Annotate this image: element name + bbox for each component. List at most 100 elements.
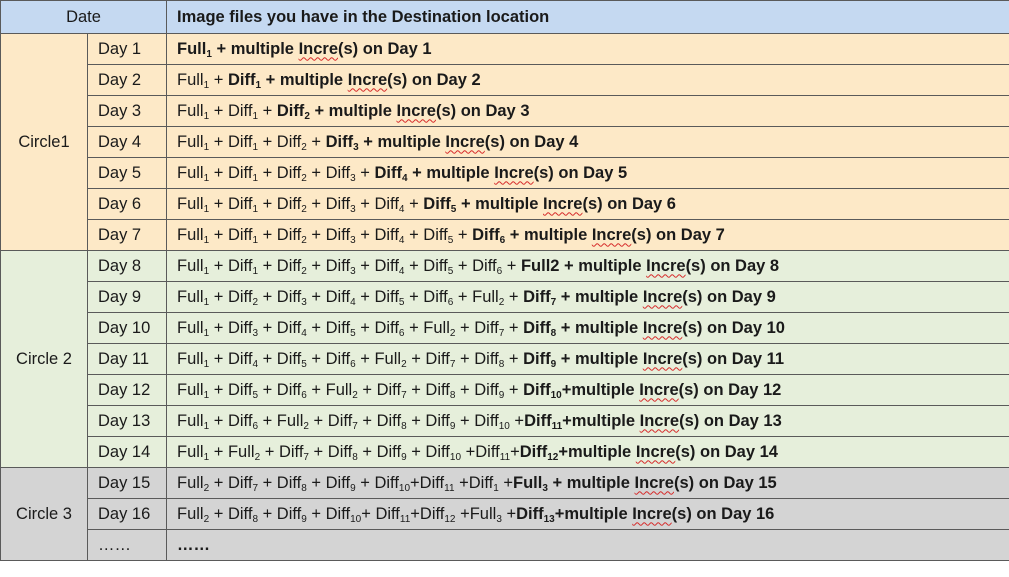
file-term: + multiple: [408, 164, 495, 182]
file-term: + Diff8: [258, 474, 307, 494]
file-term: +Diff12: [410, 505, 455, 525]
file-term-text: (s) on Day 9: [682, 287, 776, 306]
file-term-text: +: [453, 225, 473, 244]
table-row: Day 3 Full1 + Diff1 + Diff2 + multiple In…: [1, 95, 1009, 127]
file-term: + Diff2: [258, 257, 307, 277]
file-term-text: Diff: [519, 442, 548, 461]
file-term: (s) on Day 5: [534, 164, 628, 182]
file-term: + Diff3: [258, 288, 307, 308]
file-term: + multiple: [556, 319, 643, 337]
subscript-index: 10: [498, 420, 510, 432]
file-term-text: + Full: [453, 287, 499, 306]
table-row: Day 11 Full1 + Diff4 + Diff5 + Diff6 + Fu…: [1, 343, 1009, 375]
file-term-text: +Diff: [461, 442, 500, 461]
file-term: Incre: [643, 350, 682, 368]
day-cell: Day 6: [86, 188, 168, 220]
file-term: + Diff10: [356, 474, 410, 494]
file-term: Full1: [177, 71, 209, 91]
file-term: Diff7: [523, 288, 556, 308]
file-term: Incre: [632, 505, 671, 523]
file-term: (s) on Day 10: [682, 319, 785, 337]
image-files-cell: Full1 + multiple Incre(s) on Day 1: [166, 33, 1009, 65]
file-term-text: +: [504, 318, 524, 337]
subscript-index: 13: [543, 513, 555, 525]
file-term-text: + Diff: [306, 287, 351, 306]
file-term: Diff13: [516, 505, 555, 525]
file-term: (s) on Day 3: [436, 102, 530, 120]
file-term-text: Diff: [523, 349, 551, 368]
file-term: + Diff9: [407, 412, 455, 432]
file-term: + Diff8: [308, 442, 358, 463]
file-term: Full2: [521, 257, 560, 275]
image-files-cell: Full2 + Diff8 + Diff9 + Diff10+ Diff11+D…: [166, 498, 1009, 530]
file-term-text: Incre: [494, 163, 534, 182]
file-term: + Diff4: [209, 349, 258, 370]
day-cell: Day 15: [86, 467, 168, 499]
file-term-text: + Diff: [306, 194, 351, 213]
file-term-text: + Diff: [355, 225, 399, 244]
day-cell: Day 1: [86, 33, 168, 65]
file-term-text: + Diff: [209, 349, 253, 368]
table-row: Day 2 Full1 + Diff1 + multiple Incre(s) o…: [1, 64, 1009, 96]
file-term: + Diff5: [404, 226, 453, 246]
file-term-text: +Full: [455, 504, 497, 523]
file-term: +: [504, 288, 523, 306]
file-term-text: (s) on Day 1: [338, 39, 432, 58]
file-term: Full1: [177, 102, 209, 122]
file-term-text: + Diff: [258, 163, 302, 182]
file-term: Full1: [177, 412, 209, 432]
file-term: + Diff2: [209, 288, 258, 308]
file-term: + Diff6: [258, 381, 307, 401]
file-term: Diff10: [523, 381, 562, 401]
file-term: + multiple: [359, 133, 446, 151]
file-term: +: [209, 71, 228, 89]
image-files-cell: ……: [166, 529, 1009, 561]
file-term-text: + Diff: [209, 163, 253, 182]
file-term: Full1: [177, 288, 209, 308]
file-term-text: + Diff: [308, 442, 353, 461]
file-term: Diff4: [374, 164, 407, 184]
file-term: Incre: [299, 40, 338, 58]
file-term-text: + Diff: [258, 504, 302, 523]
file-term: +: [504, 350, 523, 368]
file-term-text: + Diff: [355, 256, 399, 275]
image-files-cell: Full2 + Diff7 + Diff8 + Diff9 + Diff10+D…: [166, 467, 1009, 499]
file-term-text: (s) on Day 2: [387, 70, 481, 89]
file-term-text: Full: [177, 163, 204, 182]
file-term-text: + Diff: [455, 318, 499, 337]
table-row: Day 13 Full1 + Diff6 + Full2 + Diff7 + Di…: [1, 405, 1009, 437]
file-term: +: [502, 257, 521, 275]
file-term: + Diff2: [258, 133, 307, 153]
file-term: Full1: [177, 195, 209, 215]
file-term-text: +multiple: [558, 442, 636, 461]
file-term-text: Incre: [347, 70, 388, 89]
file-term-text: Incre: [298, 39, 338, 58]
file-term: + Diff6: [453, 257, 502, 277]
file-term-text: Incre: [635, 442, 676, 461]
file-term: + Diff2: [258, 226, 307, 246]
image-files-cell: Full1 + Diff1 + Diff2 + Diff3 + Diff4 + …: [166, 250, 1009, 282]
file-term: Incre: [640, 412, 679, 430]
file-term: + Diff9: [307, 474, 355, 494]
image-files-cell: Full1 + Diff1 + Diff2 + Diff3 + Diff4 + …: [166, 188, 1009, 220]
file-term: Full2: [177, 474, 209, 494]
file-term-text: Incre: [396, 101, 436, 120]
file-term-text: Diff: [524, 411, 552, 430]
file-term-text: Incre: [639, 380, 679, 399]
file-term-text: (s) on Day 14: [675, 442, 778, 461]
file-term: Full1: [177, 381, 209, 401]
file-term: +: [510, 412, 524, 430]
file-term-text: Diff: [227, 70, 256, 89]
file-term: Incre: [348, 71, 387, 89]
file-term-text: (s) on Day 8: [685, 256, 780, 275]
file-term-text: + Diff: [455, 411, 499, 430]
day-cell: Day 12: [86, 374, 168, 406]
table-row: Circle 2 Day 8 Full1 + Diff1 + Diff2 + Dif…: [0, 250, 1009, 468]
file-term: + Diff3: [307, 226, 355, 246]
file-term-text: + Diff: [355, 287, 399, 306]
file-term: Diff12: [519, 442, 559, 463]
file-term: Full1: [177, 133, 209, 153]
file-term: + Diff1: [209, 257, 258, 277]
file-term: Diff2: [277, 102, 310, 122]
file-term-text: +: [404, 194, 424, 213]
